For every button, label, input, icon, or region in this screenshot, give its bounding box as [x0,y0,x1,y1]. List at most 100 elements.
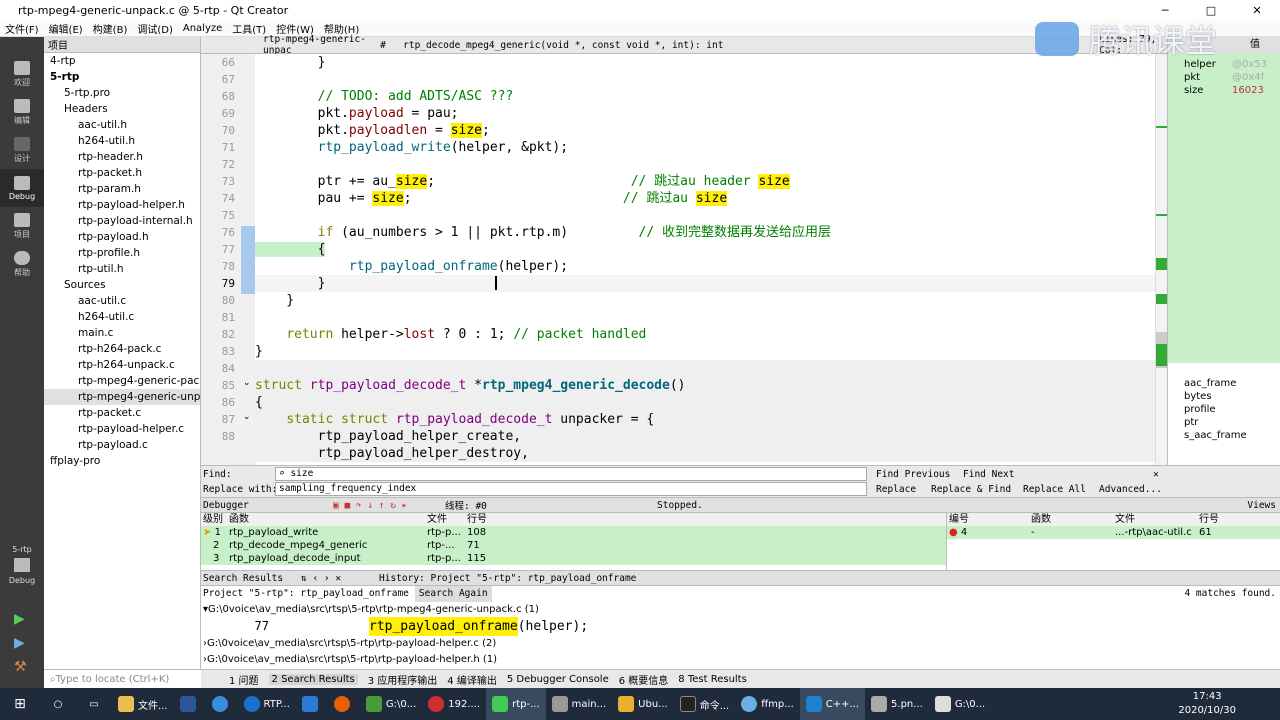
tree-folder-headers[interactable]: Headers [44,101,200,117]
mode-debug[interactable]: Debug [0,169,44,207]
tree-item[interactable]: aac-util.h [44,117,200,133]
kit-selector[interactable]: 5-rtp Debug [0,545,44,585]
tree-item[interactable]: rtp-packet.c [44,405,200,421]
taskbar-app[interactable]: RTP... [238,688,296,720]
fold-arrow-icon[interactable]: ⌄ [243,378,251,388]
search-file-row[interactable]: › G:\0voice\av_media\src\rtsp\5-rtp\rtp-… [201,652,1280,668]
debug-run-icon[interactable]: ▶ [14,635,25,651]
taskbar-app[interactable]: Ubu... [612,688,674,720]
search-history-selector[interactable]: History: Project "5-rtp": rtp_payload_on… [379,573,636,584]
mode-help[interactable]: 帮助 [0,245,44,283]
tree-item[interactable]: rtp-profile.h [44,245,200,261]
symbol-selector[interactable]: rtp_decode_mpeg4_generic(void *, const v… [391,40,789,51]
find-input[interactable]: ⌕ size [275,467,867,481]
menu-analyze[interactable]: Analyze [178,23,227,34]
replace-input[interactable]: sampling_frequency_index [275,482,867,496]
tree-item[interactable]: 5-rtp.pro [44,85,200,101]
tree-item[interactable]: rtp-header.h [44,149,200,165]
tree-item[interactable]: rtp-packet.h [44,165,200,181]
find-previous-button[interactable]: Find Previous [876,467,950,482]
stack-row[interactable]: ➤ 1 rtp_payload_write rtp-p... 108 [201,526,946,539]
tree-item[interactable]: rtp-util.h [44,261,200,277]
taskbar-app-active[interactable]: rtp-... [486,688,546,720]
tab-app-output[interactable]: 3 应用程序输出 [368,672,438,687]
find-next-button[interactable]: Find Next [963,467,1014,482]
local-tree-item[interactable]: aac_frame [1168,377,1280,390]
stack-row[interactable]: 2 rtp_decode_mpeg4_generic rtp-... 71 [201,539,946,552]
mode-design[interactable]: 设计 [0,131,44,169]
build-hammer-icon[interactable]: ⚒ [14,659,27,675]
taskbar-app[interactable] [296,688,328,720]
mode-welcome[interactable]: 欢迎 [0,55,44,93]
debug-controls-icons[interactable]: ▣ ■ ↷ ↓ ↑ ↻ ▸ [333,500,445,511]
local-row[interactable]: size 16023 [1168,84,1280,97]
tree-project-4rtp[interactable]: 4-rtp [44,53,200,69]
search-nav-icons[interactable]: ⇅ ‹ › ✕ [301,573,379,584]
tree-item[interactable]: rtp-payload-helper.h [44,197,200,213]
tab-test-results[interactable]: 8 Test Results [678,674,747,685]
locator-input[interactable]: ⌕ Type to locate (Ctrl+K) [44,669,201,688]
tree-item[interactable]: rtp-payload-helper.c [44,421,200,437]
local-tree-item[interactable]: bytes [1168,390,1280,403]
mode-projects[interactable]: 项目 [0,207,44,245]
taskbar-app[interactable]: G:\0... [929,688,991,720]
taskbar-app[interactable]: 文件... [112,688,174,720]
tab-debugger-console[interactable]: 5 Debugger Console [507,674,609,685]
fold-arrow-icon[interactable]: ⌄ [243,412,251,422]
replace-all-button[interactable]: Replace All [1023,482,1086,497]
tab-issues[interactable]: 1 问题 [229,672,259,687]
tree-item[interactable]: h264-util.h [44,133,200,149]
clock[interactable]: 17:43 2020/10/30 [1178,690,1236,718]
tree-item[interactable]: main.c [44,325,200,341]
menu-debug[interactable]: 调试(D) [132,21,178,36]
taskbar-app[interactable] [206,688,238,720]
replace-find-button[interactable]: Replace & Find [931,482,1011,497]
menu-file[interactable]: 文件(F) [0,21,44,36]
stack-row[interactable]: 3 rtp_payload_decode_input rtp-p... 115 [201,552,946,565]
debugger-selector[interactable]: Debugger [203,500,333,511]
taskbar-app[interactable]: 命令... [674,688,736,720]
tree-item[interactable]: rtp-payload.c [44,437,200,453]
search-file-row[interactable]: ▾ G:\0voice\av_media\src\rtsp\5-rtp\rtp-… [201,602,1280,617]
tree-project-ffplay[interactable]: ffplay-pro [44,453,200,469]
windows-start-icon[interactable]: ⊞ [0,688,40,720]
tree-item[interactable]: rtp-h264-pack.c [44,341,200,357]
tab-compile-output[interactable]: 4 编译输出 [447,672,497,687]
taskbar-app[interactable]: 5.pn... [865,688,929,720]
tab-general-messages[interactable]: 6 概要信息 [619,672,669,687]
local-tree-item[interactable]: s_aac_frame [1168,429,1280,442]
tree-item[interactable]: rtp-payload.h [44,229,200,245]
local-tree-item[interactable]: ptr [1168,416,1280,429]
editor-scrollbar[interactable] [1155,54,1167,465]
views-button[interactable]: Views [1247,500,1276,511]
taskbar-app[interactable]: ffmp... [735,688,800,720]
tree-item[interactable]: rtp-mpeg4-generic-pack [44,373,200,389]
local-tree-item[interactable]: profile [1168,403,1280,416]
tree-item[interactable]: rtp-h264-unpack.c [44,357,200,373]
thread-selector[interactable]: 线程: #0 [445,498,657,512]
tree-item-selected[interactable]: rtp-mpeg4-generic-unpa [44,389,200,405]
close-find-icon[interactable]: ✕ [1153,467,1159,482]
taskbar-app[interactable] [174,688,206,720]
tree-item[interactable]: h264-util.c [44,309,200,325]
tree-item[interactable]: rtp-param.h [44,181,200,197]
run-icon[interactable]: ▶ [14,611,25,627]
menu-edit[interactable]: 编辑(E) [44,21,88,36]
replace-button[interactable]: Replace [876,482,916,497]
tab-search-results[interactable]: 2 Search Results [268,673,358,685]
search-hit-row[interactable]: 77 rtp_payload_onframe (helper); [201,617,1280,636]
advanced-button[interactable]: Advanced... [1099,482,1162,497]
taskbar-app[interactable] [328,688,360,720]
taskbar-app[interactable]: main... [546,688,613,720]
taskbar-app[interactable]: C++... [799,688,866,720]
local-row[interactable]: pkt @0x4f [1168,71,1280,84]
mode-edit[interactable]: 编辑 [0,93,44,131]
breakpoint-row[interactable]: ● 4- ...-rtp\aac-util.c 61 [947,526,1280,539]
taskbar-app[interactable]: 192.... [422,688,486,720]
tree-folder-sources[interactable]: Sources [44,277,200,293]
search-icon[interactable]: ○ [40,688,76,720]
taskbar-app[interactable]: G:\0... [360,688,422,720]
search-again-button[interactable]: Search Again [414,586,492,602]
menu-build[interactable]: 构建(B) [88,21,133,36]
search-file-row[interactable]: › G:\0voice\av_media\src\rtsp\5-rtp\rtp-… [201,636,1280,652]
